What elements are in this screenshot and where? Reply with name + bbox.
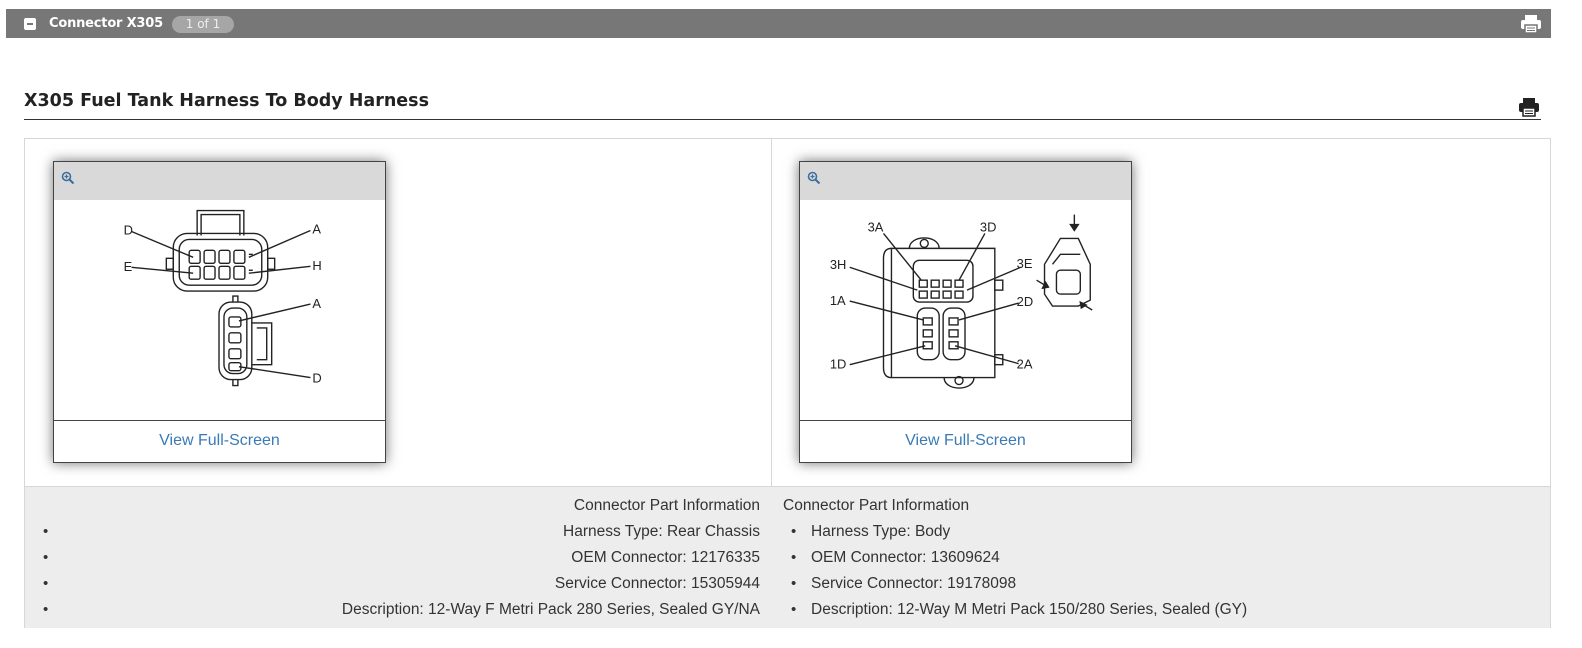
- pin-label: 3H: [830, 257, 847, 272]
- view-full-screen-link[interactable]: View Full-Screen: [159, 432, 280, 450]
- pin-label: D: [312, 371, 321, 386]
- zoom-in-icon[interactable]: [807, 171, 821, 185]
- pin-label: 1A: [830, 293, 846, 308]
- pin-label: A: [312, 221, 321, 236]
- list-item: Harness Type: Rear Chassis: [25, 519, 760, 545]
- pin-label: 2D: [1017, 294, 1034, 309]
- section-divider: [24, 119, 1541, 120]
- info-list: Harness Type: Rear Chassis OEM Connector…: [25, 519, 760, 623]
- pin-label: 1D: [830, 357, 847, 372]
- pin-label: 3D: [980, 219, 997, 234]
- count-badge: 1 of 1: [172, 16, 234, 33]
- list-item: Description: 12-Way F Metri Pack 280 Ser…: [25, 597, 760, 623]
- pin-label: H: [312, 258, 321, 273]
- print-icon[interactable]: [1518, 96, 1540, 118]
- collapse-icon[interactable]: [24, 18, 36, 30]
- card-footer: View Full-Screen: [800, 420, 1131, 463]
- connector-image-card: D A E H A D View Full-Screen: [53, 161, 386, 463]
- zoom-in-icon[interactable]: [61, 171, 75, 185]
- connector-diagram[interactable]: 3A 3D 3H 3E 1A 2D 1D 2A: [800, 200, 1131, 420]
- section-title: X305 Fuel Tank Harness To Body Harness: [24, 91, 429, 111]
- pin-label: E: [124, 259, 133, 274]
- list-item: Description: 12-Way M Metri Pack 150/280…: [783, 597, 1523, 623]
- card-toolbar: [800, 162, 1131, 200]
- list-item: Harness Type: Body: [783, 519, 1523, 545]
- print-icon[interactable]: [1520, 13, 1542, 35]
- info-list: Harness Type: Body OEM Connector: 136096…: [783, 519, 1523, 623]
- pin-label: 3E: [1017, 256, 1033, 271]
- view-full-screen-link[interactable]: View Full-Screen: [905, 432, 1026, 450]
- list-item: OEM Connector: 12176335: [25, 545, 760, 571]
- info-heading: Connector Part Information: [573, 497, 760, 514]
- connector-part-info: Connector Part Information Harness Type:…: [783, 493, 1523, 623]
- connector-header-bar: Connector X305 1 of 1: [6, 9, 1551, 38]
- connector-grid: D A E H A D View Full-Screen 3A 3D 3H 3E…: [24, 138, 1551, 628]
- connector-image-card: 3A 3D 3H 3E 1A 2D 1D 2A View Full-Screen: [799, 161, 1132, 463]
- pin-label: 2A: [1017, 357, 1033, 372]
- connector-part-info: Connector Part Information Harness Type:…: [25, 493, 760, 623]
- pin-label: A: [312, 296, 321, 311]
- connector-title: Connector X305: [49, 16, 163, 31]
- card-footer: View Full-Screen: [54, 420, 385, 463]
- info-heading: Connector Part Information: [783, 497, 970, 514]
- card-toolbar: [54, 162, 385, 200]
- pin-label: D: [124, 222, 133, 237]
- pin-label: 3A: [868, 219, 884, 234]
- connector-diagram[interactable]: D A E H A D: [54, 200, 385, 420]
- list-item: Service Connector: 15305944: [25, 571, 760, 597]
- list-item: OEM Connector: 13609624: [783, 545, 1523, 571]
- list-item: Service Connector: 19178098: [783, 571, 1523, 597]
